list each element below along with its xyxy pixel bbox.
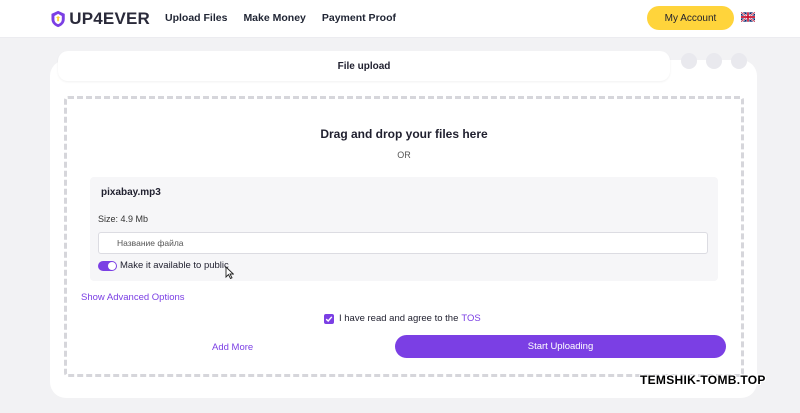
nav-payment-proof[interactable]: Payment Proof <box>322 12 396 24</box>
tos-checkbox[interactable] <box>324 313 334 324</box>
add-more-button[interactable]: Add More <box>212 342 253 353</box>
tos-row: I have read and agree to the TOS <box>324 313 481 324</box>
start-uploading-button[interactable]: Start Uploading <box>395 335 726 358</box>
show-advanced-options-link[interactable]: Show Advanced Options <box>81 292 185 303</box>
file-name: pixabay.mp3 <box>101 187 161 198</box>
file-name-input[interactable] <box>98 232 708 254</box>
public-toggle[interactable] <box>98 261 117 271</box>
checkmark-icon <box>325 315 333 322</box>
watermark: TEMSHIK-TOMB.TOP <box>640 373 766 387</box>
tab-file-upload[interactable]: File upload <box>58 51 670 81</box>
logo-text: UP4EVER <box>69 9 150 28</box>
tab-placeholder-dot <box>681 53 697 69</box>
dropzone-title: Drag and drop your files here <box>320 127 488 141</box>
dropzone-or: OR <box>397 150 411 160</box>
logo-shield-icon <box>51 10 65 28</box>
tab-placeholder-dot <box>731 53 747 69</box>
tos-link[interactable]: TOS <box>461 313 480 324</box>
top-header: UP4EVER Upload Files Make Money Payment … <box>0 0 800 38</box>
file-item: pixabay.mp3 Size: 4.9 Mb Make it availab… <box>90 177 718 281</box>
uk-flag-icon[interactable] <box>741 11 755 23</box>
toggle-knob <box>108 262 116 270</box>
tab-file-upload-label: File upload <box>337 61 391 72</box>
public-toggle-label: Make it available to public <box>120 260 229 271</box>
logo[interactable]: UP4EVER <box>50 6 150 32</box>
mouse-cursor-icon <box>225 266 234 279</box>
tos-text: I have read and agree to the <box>339 313 459 324</box>
tab-placeholder-dot <box>706 53 722 69</box>
nav-make-money[interactable]: Make Money <box>243 12 305 24</box>
nav-upload-files[interactable]: Upload Files <box>165 12 227 24</box>
file-size: Size: 4.9 Mb <box>98 214 149 224</box>
main-nav: Upload Files Make Money Payment Proof <box>165 12 396 24</box>
my-account-button[interactable]: My Account <box>647 6 734 30</box>
